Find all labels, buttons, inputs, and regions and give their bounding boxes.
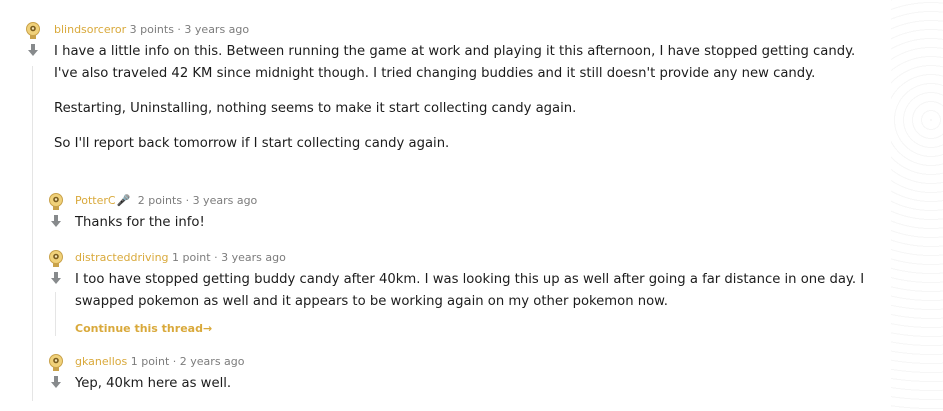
comment-body: Thanks for the info! [75,212,865,234]
vote-column [25,22,47,57]
comment-meta: gkanellos 1 point · 2 years ago [75,354,865,370]
comment-points: 1 point [172,251,211,264]
comment-points: 1 point [130,355,170,368]
thread-line[interactable] [32,66,33,401]
comment: blindsorceror 3 points · 3 years ago I h… [54,22,864,154]
comment: PotterC🎤 2 points · 3 years ago Thanks f… [75,193,865,234]
comment-paragraph: I too have stopped getting buddy candy a… [75,272,865,309]
comment-body: I have a little info on this. Between ru… [54,41,864,154]
vote-column [48,193,70,228]
comment-body: I too have stopped getting buddy candy a… [75,269,875,312]
thread-line[interactable] [55,292,56,336]
comment-meta: blindsorceror 3 points · 3 years ago [54,22,864,38]
comment-paragraph: Thanks for the info! [75,215,205,230]
comment-time[interactable]: 3 years ago [193,194,258,207]
comment-thread: blindsorceror 3 points · 3 years ago I h… [0,0,900,411]
comment-meta: PotterC🎤 2 points · 3 years ago [75,193,865,209]
snoo-avatar-icon[interactable] [48,250,64,268]
comment-body: Yep, 40km here as well. [75,373,865,395]
comment-time[interactable]: 2 years ago [180,355,245,368]
snoo-avatar-icon[interactable] [48,354,64,372]
meta-separator: · [177,23,181,36]
comment-points: 3 points [129,23,174,36]
downvote-arrow-icon[interactable] [49,214,63,228]
downvote-arrow-icon[interactable] [26,43,40,57]
comment-paragraph: Restarting, Uninstalling, nothing seems … [54,101,577,116]
comment-points: 2 points [137,194,183,207]
comment-author[interactable]: PotterC [75,194,116,207]
comment-time[interactable]: 3 years ago [184,23,249,36]
comment-time[interactable]: 3 years ago [221,251,286,264]
comment: distracteddriving 1 point · 3 years ago … [75,250,875,336]
comment-author[interactable]: blindsorceror [54,23,126,36]
comment-meta: distracteddriving 1 point · 3 years ago [75,250,875,266]
continue-thread-label: Continue this thread [75,322,203,335]
meta-separator: · [185,194,190,207]
snoo-avatar-icon[interactable] [48,193,64,211]
continue-thread-link[interactable]: Continue this thread→ [75,322,212,335]
snoo-avatar-icon[interactable] [25,22,41,40]
downvote-arrow-icon[interactable] [49,271,63,285]
comment-author[interactable]: distracteddriving [75,251,169,264]
meta-separator: · [214,251,218,264]
vote-column [48,250,70,285]
comment-paragraph: I have a little info on this. Between ru… [54,44,856,81]
comment-paragraph: So I'll report back tomorrow if I start … [54,135,450,151]
meta-separator: · [172,355,177,368]
vote-column [48,354,70,389]
downvote-arrow-icon[interactable] [49,375,63,389]
comment-paragraph: Yep, 40km here as well. [75,376,232,391]
comment-author[interactable]: gkanellos [75,355,127,368]
arrow-right-icon: → [202,322,213,335]
microphone-icon: 🎤 [116,194,131,207]
comment: gkanellos 1 point · 2 years ago Yep, 40k… [75,354,865,395]
